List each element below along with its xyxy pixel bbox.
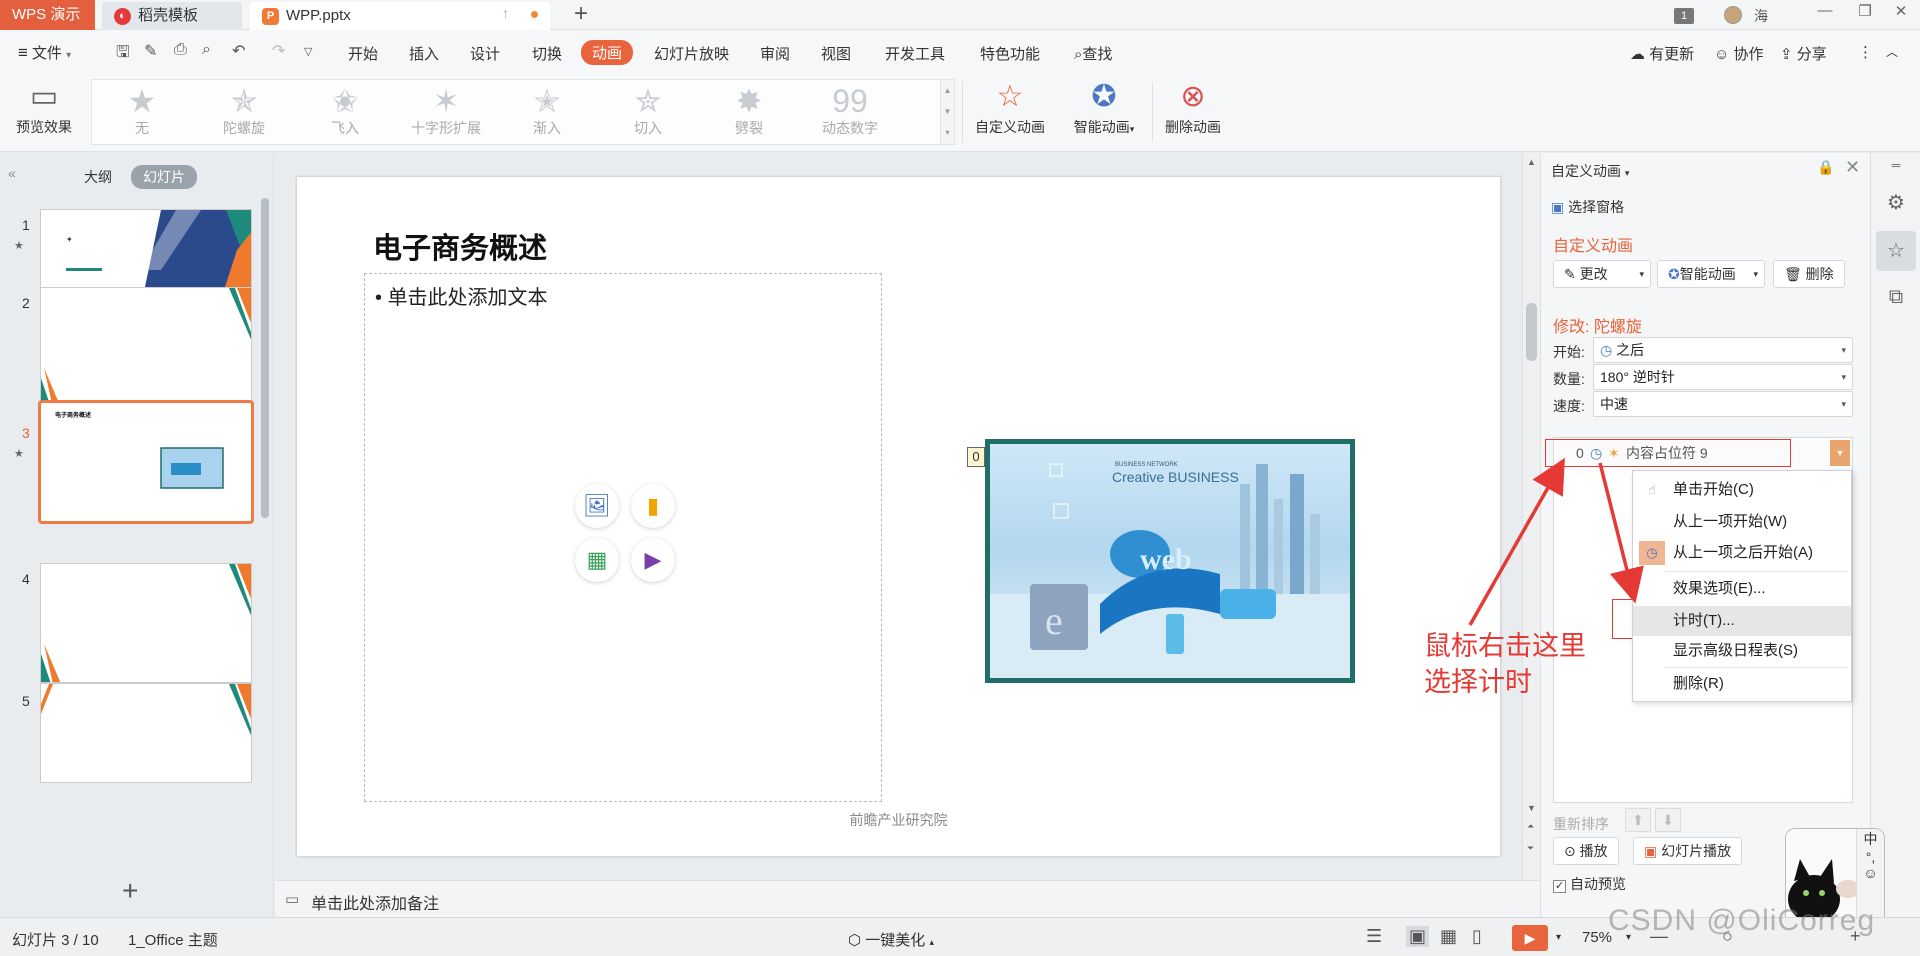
annotation-line-1: 鼠标右击这里 bbox=[1424, 631, 1586, 661]
beautify-button[interactable]: ⬡ 一键美化 ▴ bbox=[848, 929, 934, 950]
right-toolbar: ═ ⚙ ☆ ⧉ bbox=[1870, 153, 1920, 917]
notes-toggle-icon[interactable]: ☰ bbox=[1366, 926, 1382, 947]
toolbar-handle-icon: ═ bbox=[1891, 158, 1901, 172]
slide-sorter-icon[interactable]: ▦ bbox=[1440, 926, 1457, 947]
transition-icon[interactable]: ⧉ bbox=[1876, 277, 1916, 317]
animation-star-icon[interactable]: ☆ bbox=[1876, 231, 1916, 271]
annotation-line-2: 选择计时 bbox=[1424, 667, 1532, 697]
slideshow-play-button[interactable]: ▶ bbox=[1512, 925, 1548, 951]
reading-view-icon[interactable]: ▯ bbox=[1472, 926, 1482, 947]
properties-icon[interactable]: ⚙ bbox=[1876, 183, 1916, 223]
normal-view-icon[interactable]: ▣ bbox=[1406, 926, 1430, 947]
chevron-down-icon[interactable]: ▾ bbox=[1556, 932, 1561, 943]
chevron-up-icon: ▴ bbox=[929, 937, 934, 947]
beautify-icon: ⬡ bbox=[848, 932, 862, 949]
theme-name[interactable]: 1_Office 主题 bbox=[128, 929, 218, 950]
watermark: CSDN @OliCorreg bbox=[1608, 904, 1876, 937]
slide-counter: 幻灯片 3 / 10 bbox=[12, 932, 99, 949]
annotation-text: 鼠标右击这里 选择计时 bbox=[1424, 628, 1586, 700]
annotation-arrows bbox=[1468, 457, 1644, 626]
